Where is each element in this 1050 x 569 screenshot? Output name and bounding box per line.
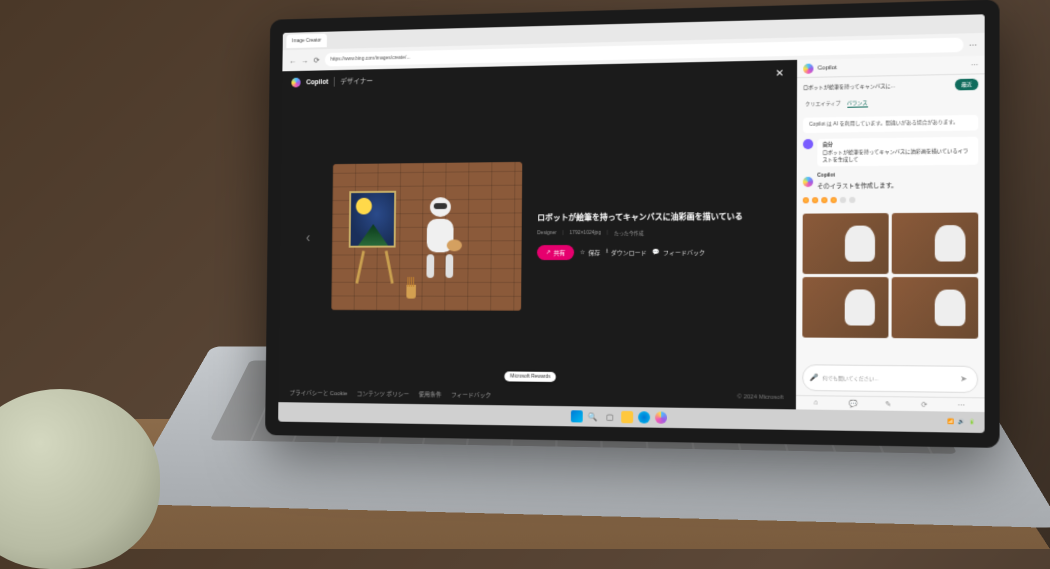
sidebar-topic: ロボットが絵筆を持ってキャンバスに... [803,81,951,91]
palette-illustration [447,239,462,251]
browser-tab[interactable]: Image Creator [286,34,327,49]
feedback-button[interactable]: 💬 フィードバック [653,247,705,256]
taskview-icon[interactable]: ▢ [604,411,616,423]
style-tab-creative[interactable]: クリエイティブ [805,100,841,109]
viewer-subtitle: デザイナー [340,76,373,86]
result-grid [802,213,978,339]
prev-arrow-icon[interactable]: ‹ [299,227,318,246]
chat-icon[interactable]: 💬 [849,399,857,407]
copilot-label: Copilot [817,172,897,179]
search-icon[interactable]: 🔍 [587,410,599,422]
share-button[interactable]: ↗ 共有 [537,245,574,260]
chat-body: Copilot は AI を利用しています。間違いがある場合があります。 自分 … [796,109,985,362]
system-tray[interactable]: 📶 🔊 🔋 [948,419,976,426]
send-icon[interactable]: ➤ [960,374,971,385]
foreground-mug [0,389,160,569]
wifi-icon[interactable]: 📶 [948,419,955,425]
footer-copyright: © 2024 Microsoft [737,394,783,401]
meta-tool: Designer [537,230,557,236]
footer-terms-link[interactable]: 使用条件 [419,389,442,398]
result-thumbnail[interactable] [802,277,888,338]
image-viewer: ✕ Copilot デザイナー ‹ [278,60,797,410]
edge-icon[interactable] [638,411,650,423]
copilot-logo-icon [291,78,300,88]
sidebar-title: Copilot [818,65,837,72]
screen: Image Creator ← → ⟳ https://www.bing.com… [278,14,985,433]
volume-icon[interactable]: 🔊 [959,419,966,425]
user-label: 自分 [822,139,972,148]
style-tab-balanced[interactable]: バランス [847,99,868,108]
chat-icon: 💬 [653,248,660,255]
share-icon: ↗ [546,249,551,256]
explorer-icon[interactable] [621,411,633,423]
user-prompt-text: ロボットが絵筆を持ってキャンバスに油彩画を描いているイラストを生成して [822,148,973,163]
result-thumbnail[interactable] [891,277,978,339]
system-message: Copilot は AI を利用しています。間違いがある場合があります。 [803,115,978,133]
image-info: ロボットが絵筆を持ってキャンバスに油彩画を描いている Designer | 17… [537,211,776,260]
chat-input[interactable]: 🎤 何でも聞いてください... ➤ [802,364,978,393]
copilot-avatar-icon [803,176,813,186]
easel-illustration [348,191,401,284]
home-icon[interactable]: ⌂ [814,399,822,407]
laptop: Image Creator ← → ⟳ https://www.bing.com… [155,0,1021,563]
copilot-message: Copilot そのイラストを作成します。 [802,171,978,339]
footer-feedback-link[interactable]: フィードバック [451,389,491,398]
copilot-reply-text: そのイラストを作成します。 [817,180,897,190]
generated-image[interactable] [331,162,522,311]
prompt-text: ロボットが絵筆を持ってキャンバスに油彩画を描いている [537,211,776,224]
boost-indicator [803,196,978,204]
close-icon[interactable]: ✕ [773,66,787,81]
start-icon[interactable] [570,410,582,422]
refresh-icon[interactable]: ⟳ [312,55,321,65]
more-icon[interactable]: ⋯ [958,401,967,409]
battery-icon[interactable]: 🔋 [969,419,976,425]
meta-dimensions: 1792×1024jpg [570,230,601,236]
footer-policy-link[interactable]: コンテンツ ポリシー [357,388,410,398]
user-message: 自分 ロボットが絵筆を持ってキャンバスに油彩画を描いているイラストを生成して [803,136,978,167]
download-button[interactable]: ⭳ ダウンロード [606,247,647,257]
forward-icon[interactable]: → [300,55,309,65]
brush-cup-illustration [406,285,416,299]
result-thumbnail[interactable] [891,213,978,274]
bookmark-icon: ☆ [580,249,585,256]
screen-bezel: Image Creator ← → ⟳ https://www.bing.com… [265,0,1000,448]
recent-button[interactable]: 最近 [955,79,978,91]
result-thumbnail[interactable] [803,213,889,274]
input-placeholder: 何でも聞いてください... [823,374,956,383]
copilot-taskbar-icon[interactable] [655,411,667,423]
settings-icon[interactable]: ⋯ [971,60,978,68]
back-icon[interactable]: ← [288,56,297,66]
mic-icon[interactable]: 🎤 [809,374,818,382]
rewards-tooltip: Microsoft Rewards [504,371,556,382]
divider [334,77,335,87]
footer-privacy-link[interactable]: プライバシーと Cookie [289,387,347,397]
meta-time: たった今作成 [614,229,644,236]
save-button[interactable]: ☆ 保存 [580,248,600,257]
compose-icon[interactable]: ✎ [885,400,893,408]
copilot-logo-icon [803,63,813,73]
copilot-sidebar: Copilot ⋯ ロボットが絵筆を持ってキャンバスに... 最近 クリエイティ… [796,56,985,412]
refresh-icon[interactable]: ⟳ [921,400,929,408]
viewer-brand: Copilot [306,79,328,86]
user-avatar-icon [803,138,813,148]
extensions-icon[interactable]: ⋯ [968,39,979,50]
download-icon: ⭳ [606,247,608,257]
